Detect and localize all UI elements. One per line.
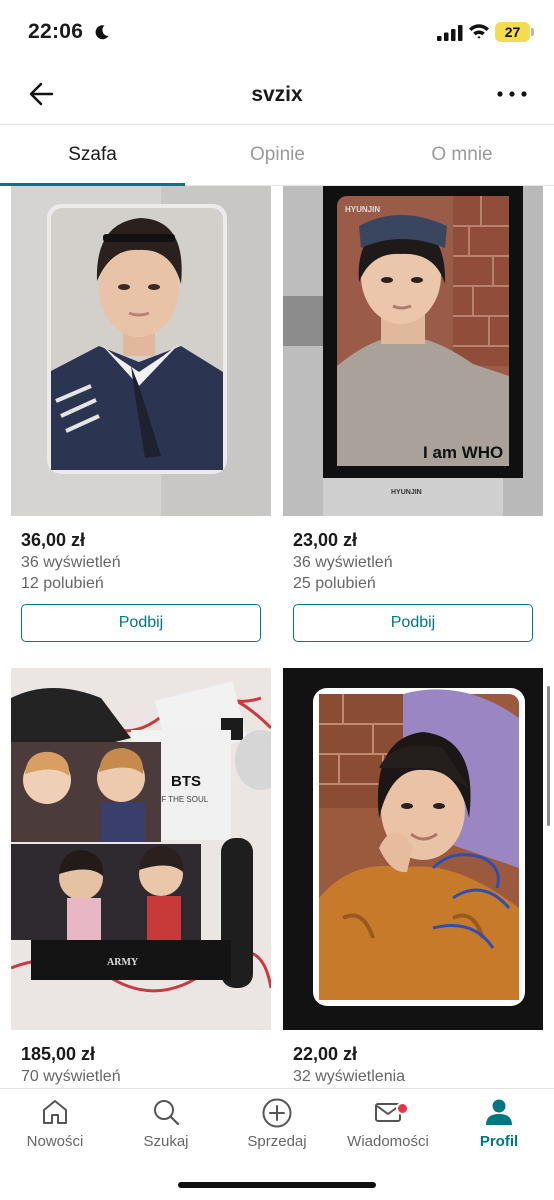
item-price: 36,00 zł [21,530,86,550]
nav-label: Sprzedaj [247,1133,307,1150]
moon-icon [95,25,109,40]
more-options-icon[interactable] [490,78,534,110]
item-price: 23,00 zł [293,530,358,550]
photocard-image: HYUNJIN I am WHO HYUNJIN [283,186,543,516]
page-title: svzix [251,83,303,106]
tab-opinie[interactable]: Opinie [185,125,370,185]
bump-button[interactable]: Podbij [21,604,261,642]
profile-icon [486,1099,512,1125]
item-views: 70 wyświetleń [21,1068,121,1085]
item-photo[interactable]: BTS OF THE SOUL ARMY [11,668,271,1030]
item-views: 32 wyświetlenia [293,1068,406,1085]
nav-nowosci[interactable]: Nowości [0,1097,110,1167]
item-likes: 12 polubień [21,575,104,592]
item-views: 36 wyświetleń [293,554,393,571]
item-card[interactable]: 36,00 zł 36 wyświetleń 12 polubień Podbi… [11,186,271,656]
photo-text: HYUNJIN [391,489,422,496]
nav-sprzedaj[interactable]: Sprzedaj [222,1097,332,1167]
battery-cap [531,28,534,36]
photo-text: I am WHO [423,443,503,462]
status-time: 22:06 [28,20,84,43]
nav-label: Szukaj [143,1133,189,1150]
photo-text: HYUNJIN [345,205,380,214]
item-card[interactable]: 22,00 zł 32 wyświetlenia [283,668,543,1088]
photo-text: ARMY [107,957,139,968]
cellular-signal-icon [437,25,463,41]
photo-text: BTS [171,773,201,790]
photocard-image: BTS OF THE SOUL ARMY [11,668,271,1030]
battery-indicator: 27 [495,22,530,42]
tab-szafa[interactable]: Szafa [0,125,185,185]
profile-tabs: Szafa Opinie O mnie [0,124,554,186]
search-icon [154,1100,180,1126]
photocard-image [283,668,543,1030]
nav-header: svzix [0,64,554,124]
home-indicator [178,1182,376,1188]
nav-label: Nowości [26,1133,84,1150]
item-price: 22,00 zł [293,1044,358,1064]
home-icon [43,1100,67,1124]
scroll-indicator[interactable] [547,686,550,826]
item-card[interactable]: HYUNJIN I am WHO HYUNJIN 23,00 zł 36 wyś… [283,186,543,656]
nav-szukaj[interactable]: Szukaj [111,1097,221,1167]
item-photo[interactable] [11,186,271,516]
item-photo[interactable] [283,668,543,1030]
nav-label: Profil [479,1133,519,1150]
item-views: 36 wyświetleń [21,554,121,571]
nav-label: Wiadomości [347,1133,429,1150]
status-bar: 22:06 27 [0,0,554,64]
tab-o-mnie[interactable]: O mnie [370,125,554,185]
item-photo[interactable]: HYUNJIN I am WHO HYUNJIN [283,186,543,516]
nav-profil[interactable]: Profil [444,1097,554,1167]
plus-circle-icon [262,1098,292,1128]
photocard-image [11,186,271,516]
wardrobe-grid: 36,00 zł 36 wyświetleń 12 polubień Podbi… [0,186,554,1088]
item-card[interactable]: BTS OF THE SOUL ARMY 185,00 zł 70 wyświe… [11,668,271,1088]
notification-badge [396,1102,409,1115]
item-price: 185,00 zł [21,1044,96,1064]
item-likes: 25 polubień [293,575,376,592]
photo-text: OF THE SOUL [155,795,209,804]
nav-wiadomosci[interactable]: Wiadomości [333,1097,443,1167]
wifi-icon [469,24,489,39]
bump-button[interactable]: Podbij [293,604,533,642]
